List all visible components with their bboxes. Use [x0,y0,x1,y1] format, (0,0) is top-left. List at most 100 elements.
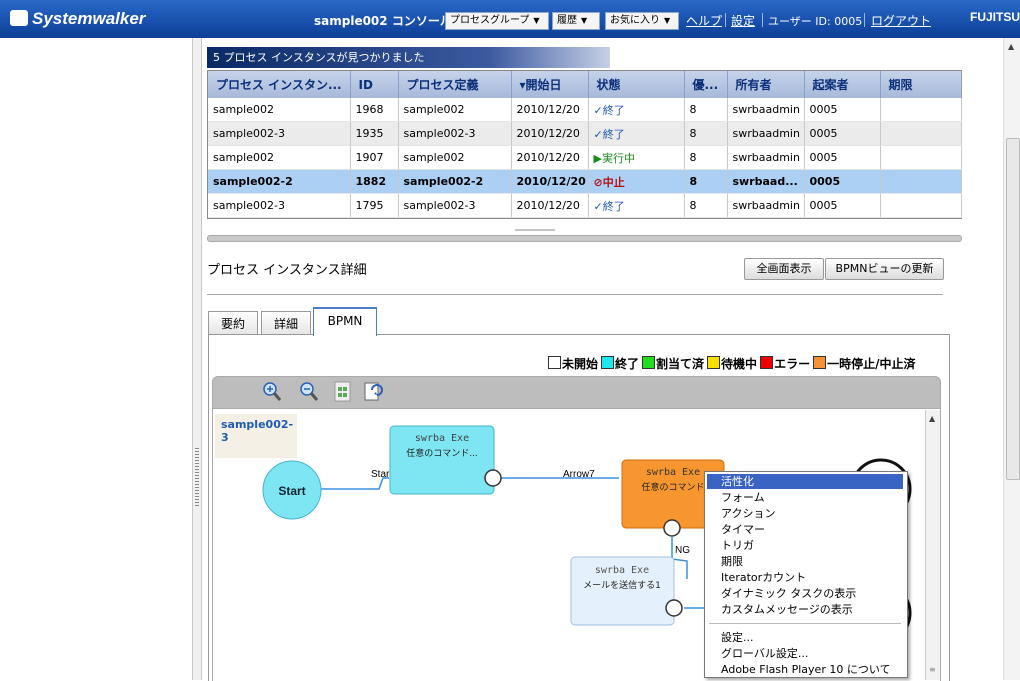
favorites-menu[interactable]: お気に入り ▼ [605,12,679,30]
legend-item: 未開始 [548,356,599,371]
help-link[interactable]: ヘルプ [686,12,722,29]
task-node-3-port[interactable] [665,599,683,617]
column-header[interactable]: 期限 [880,71,962,98]
check-icon: ✓ [593,127,603,141]
status-text: 終了 [602,127,625,141]
table-cell: swrbaadmin [727,145,805,170]
context-menu-item[interactable]: フォーム [707,490,903,505]
settings-link[interactable]: 設定 [731,12,755,29]
zoom-in-icon[interactable] [262,381,282,403]
table-cell: 1882 [350,169,399,194]
table-row[interactable]: sample002 1968 sample002 2010/12/20 ✓終了 8 swrb… [208,98,962,122]
stop-icon: ⊘ [593,175,603,189]
column-header[interactable]: 起案者 [804,71,881,98]
header-divider [762,13,763,27]
canvas-scrollbar[interactable]: ▲ ≡ [925,410,940,680]
table-cell: ✓終了 [588,193,685,218]
horizontal-splitter[interactable] [207,235,962,242]
fit-to-page-icon[interactable] [333,381,353,403]
task-node-2-port[interactable] [663,519,681,537]
table-cell: 0005 [804,121,881,146]
legend-label: 一時停止/中止済 [827,357,916,371]
table-cell: sample002 [208,145,351,170]
tab-summary[interactable]: 要約 [208,311,258,334]
header-divider [725,13,726,27]
left-pane [0,38,193,680]
user-id-label: ユーザー ID: 0005 [768,15,863,28]
table-cell: ⊘中止 [588,169,685,194]
legend-label: 未開始 [562,357,599,371]
scroll-up-icon[interactable]: ▲ [929,414,935,423]
edge-start-label: Start [371,469,392,480]
context-menu-item[interactable]: トリガ [707,538,903,553]
table-cell: 8 [684,193,728,218]
table-cell: 2010/12/20 [511,121,589,146]
table-cell: ✓終了 [588,121,685,146]
legend-label: 割当て済 [656,357,705,371]
context-menu-item[interactable]: タイマー [707,522,903,537]
legend-item: 待機中 [707,356,758,371]
task-node-3-label: メールを送信する1 [583,579,661,591]
scroll-thumb[interactable] [1006,138,1020,480]
column-header[interactable]: 所有者 [727,71,805,98]
table-row[interactable]: sample002-3 1795 sample002-3 2010/12/20 ✓終了 8… [208,193,962,218]
table-cell: 1935 [350,121,399,146]
context-menu-item[interactable]: グローバル設定... [707,646,903,661]
table-cell: 1795 [350,193,399,218]
process-instance-table: プロセス インスタン... ID プロセス定義 ▾開始日 状態 優... 所有者 起案者 期限 … [207,70,962,219]
column-header[interactable]: プロセス定義 [398,71,512,98]
scroll-up-icon[interactable]: ▲ [1008,42,1014,51]
legend-label: 終了 [615,357,640,371]
process-group-menu[interactable]: プロセスグループ ▼ [445,12,549,30]
refresh-bpmn-button[interactable]: BPMNビューの更新 [825,258,944,280]
context-menu-item[interactable]: 活性化 [707,474,903,489]
table-row[interactable]: sample002-3 1935 sample002-3 2010/12/20 ✓終了 8… [208,121,962,146]
logout-link[interactable]: ログアウト [871,12,931,29]
results-banner: 5 プロセス インスタンスが見つかりました [207,47,610,68]
context-menu-item[interactable]: ダイナミック タスクの表示 [707,586,903,601]
splitter-grip-icon [195,448,199,508]
table-row[interactable]: sample002-2 1882 sample002-2 2010/12/20 ⊘中止 8… [208,169,962,194]
status-text: 終了 [602,199,625,213]
tab-bpmn[interactable]: BPMN [313,307,377,336]
column-header[interactable]: 状態 [588,71,685,98]
column-header[interactable]: プロセス インスタン... [208,71,351,98]
start-event-label: Start [278,484,305,498]
column-header[interactable]: 優... [684,71,728,98]
tab-details[interactable]: 詳細 [261,311,311,334]
table-cell: ▶実行中 [588,145,685,170]
context-menu-item[interactable]: Adobe Flash Player 10 について [707,662,903,677]
table-cell [880,193,962,218]
table-row[interactable]: sample002 1907 sample002 2010/12/20 ▶実行中 8 swr… [208,145,962,170]
task-node-1-port[interactable] [484,469,502,487]
table-cell: 1907 [350,145,399,170]
table-cell: sample002-2 [398,169,512,194]
column-header[interactable]: ▾開始日 [511,71,589,98]
fullscreen-button[interactable]: 全画面表示 [744,258,824,280]
splitter-handle[interactable] [515,229,555,231]
legend-swatch [642,356,656,369]
table-cell: ✓終了 [588,98,685,122]
task-node-3-title: swrba Exe [595,565,649,576]
table-cell [880,169,962,194]
zoom-out-icon[interactable] [299,381,319,403]
context-menu-item[interactable]: アクション [707,506,903,521]
status-text: 中止 [602,175,625,189]
context-menu-item[interactable]: 期限 [707,554,903,569]
column-header[interactable]: ID [350,71,399,98]
legend-swatch [813,356,827,369]
context-menu-item[interactable]: Iteratorカウント [707,570,903,585]
table-cell [880,121,962,146]
context-menu-item[interactable]: 設定... [707,630,903,645]
export-icon[interactable] [363,381,383,403]
history-menu[interactable]: 履歴 ▼ [552,12,600,30]
legend-swatch [601,356,615,369]
table-cell: sample002-3 [398,121,512,146]
table-cell: 2010/12/20 [511,193,589,218]
table-header-row: プロセス インスタン... ID プロセス定義 ▾開始日 状態 優... 所有者 起案者 期限 [208,71,962,98]
pane-splitter[interactable] [192,38,202,680]
page-scrollbar[interactable]: ▲ [1003,38,1020,680]
context-menu-item[interactable]: カスタムメッセージの表示 [707,602,903,617]
legend-swatch [760,356,774,369]
legend-label: 待機中 [721,357,758,371]
